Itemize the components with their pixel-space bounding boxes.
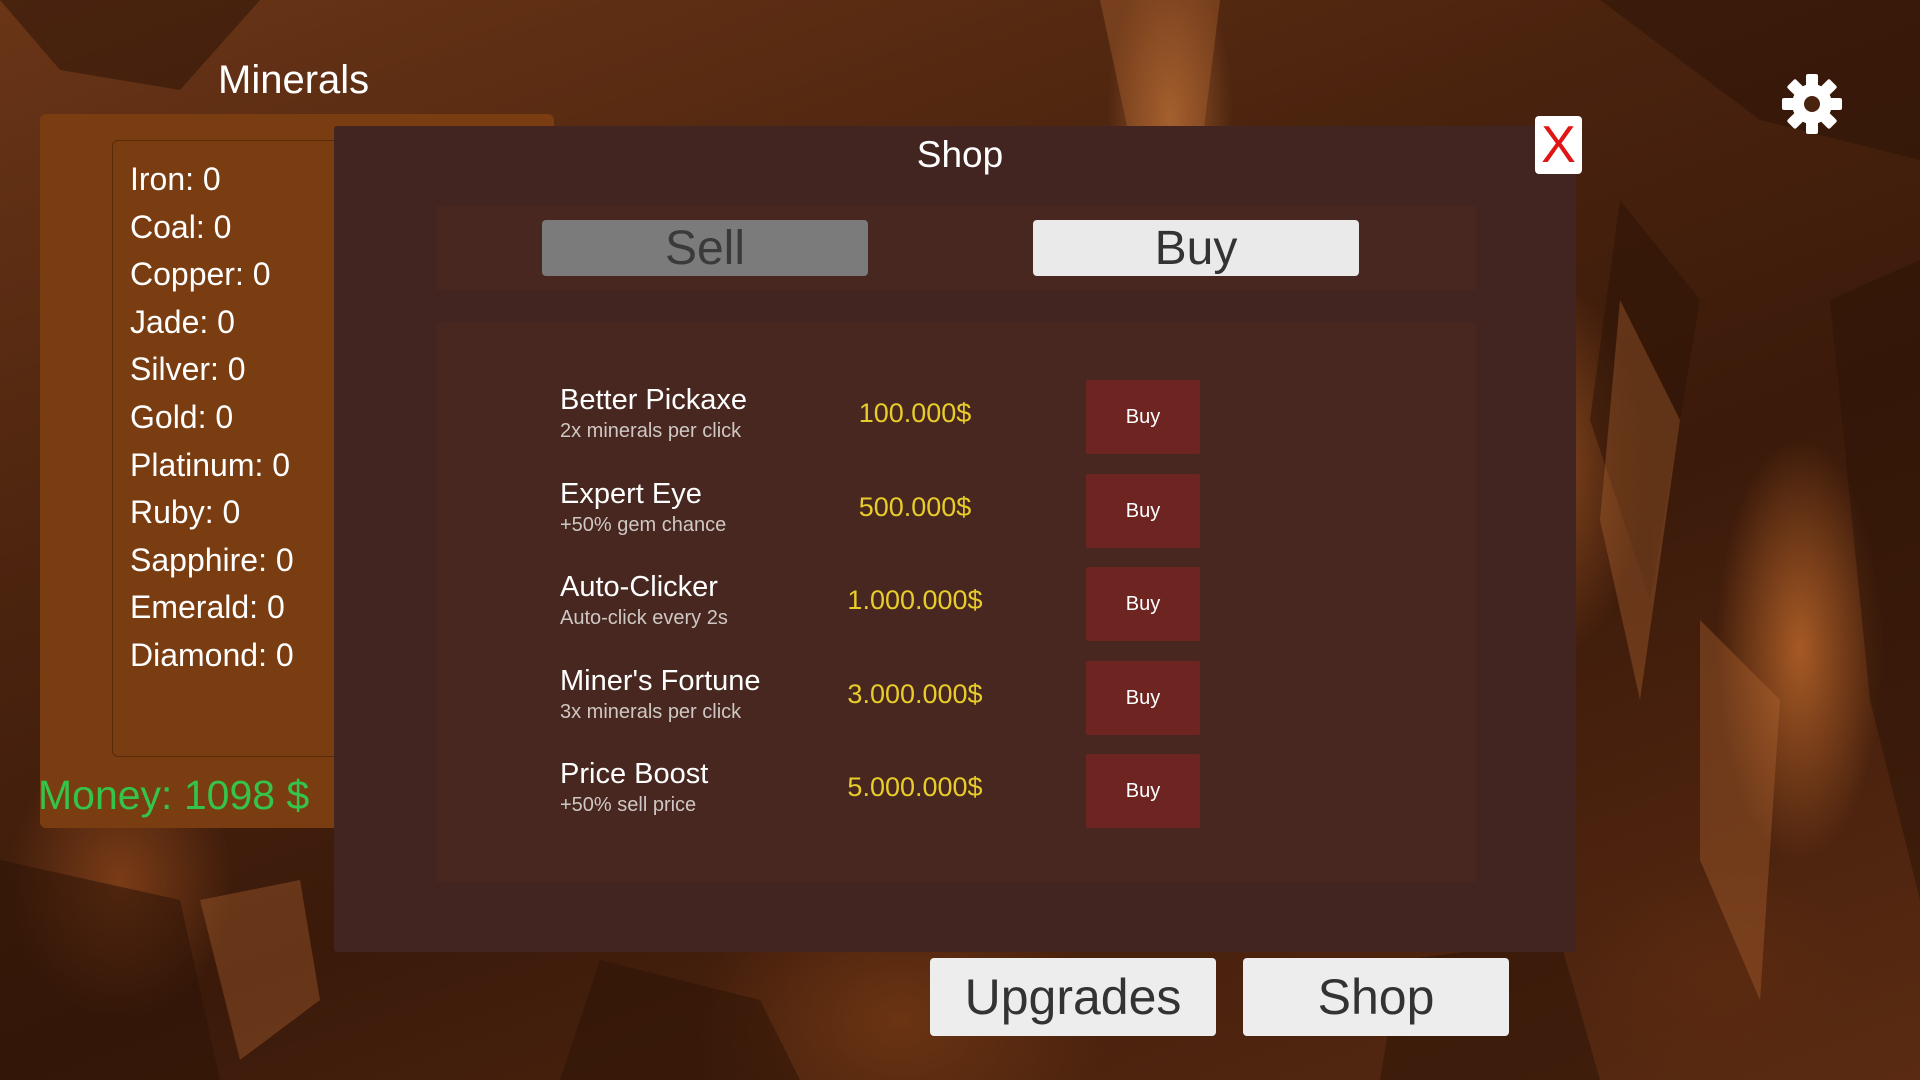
- minerals-title: Minerals: [218, 58, 370, 102]
- item-name: Miner's Fortune: [560, 665, 761, 697]
- item-name: Expert Eye: [560, 478, 702, 510]
- mineral-platinum: Platinum: 0: [130, 446, 291, 483]
- tab-buy[interactable]: Buy: [1033, 220, 1359, 276]
- shop-item-price-boost: Price Boost +50% sell price 5.000.000$ B…: [560, 754, 1220, 828]
- mineral-coal: Coal: 0: [130, 208, 232, 245]
- item-description: 2x minerals per click: [560, 420, 742, 442]
- item-price: 5.000.000$: [847, 772, 983, 802]
- mineral-sapphire: Sapphire: 0: [130, 541, 294, 578]
- mineral-emerald: Emerald: 0: [130, 589, 285, 626]
- mineral-list: Iron: 0 Coal: 0 Copper: 0 Jade: 0 Silver…: [130, 156, 294, 680]
- item-price: 500.000$: [858, 492, 972, 522]
- item-name: Auto-Clicker: [560, 571, 718, 603]
- item-price: 1.000.000$: [847, 585, 983, 615]
- gear-icon[interactable]: [1780, 72, 1844, 136]
- item-description: +50% gem chance: [560, 514, 727, 536]
- mineral-gold: Gold: 0: [130, 398, 234, 435]
- item-price: 3.000.000$: [847, 679, 983, 709]
- item-name: Price Boost: [560, 758, 709, 790]
- mineral-diamond: Diamond: 0: [130, 636, 294, 673]
- buy-button[interactable]: Buy: [1086, 380, 1200, 454]
- mineral-jade: Jade: 0: [130, 303, 235, 340]
- shop-button[interactable]: Shop: [1243, 958, 1509, 1036]
- mineral-ruby: Ruby: 0: [130, 494, 241, 531]
- mineral-silver: Silver: 0: [130, 351, 246, 388]
- close-button[interactable]: X: [1535, 116, 1582, 174]
- money-display: Money: 1098 $: [38, 772, 310, 818]
- item-description: Auto-click every 2s: [560, 607, 728, 629]
- mineral-copper: Copper: 0: [130, 256, 271, 293]
- buy-button[interactable]: Buy: [1086, 754, 1200, 828]
- buy-button[interactable]: Buy: [1086, 567, 1200, 641]
- shop-item-miners-fortune: Miner's Fortune 3x minerals per click 3.…: [560, 661, 1220, 735]
- shop-item-expert-eye: Expert Eye +50% gem chance 500.000$ Buy: [560, 474, 1220, 548]
- item-price: 100.000$: [858, 398, 972, 428]
- item-name: Better Pickaxe: [560, 384, 747, 416]
- shop-item-auto-clicker: Auto-Clicker Auto-click every 2s 1.000.0…: [560, 567, 1220, 641]
- buy-button[interactable]: Buy: [1086, 661, 1200, 735]
- item-description: +50% sell price: [560, 794, 697, 816]
- shop-item-better-pickaxe: Better Pickaxe 2x minerals per click 100…: [560, 380, 1220, 454]
- shop-title: Shop: [916, 134, 1004, 175]
- item-description: 3x minerals per click: [560, 701, 742, 723]
- buy-button[interactable]: Buy: [1086, 474, 1200, 548]
- upgrades-button[interactable]: Upgrades: [930, 958, 1216, 1036]
- tab-sell[interactable]: Sell: [542, 220, 868, 276]
